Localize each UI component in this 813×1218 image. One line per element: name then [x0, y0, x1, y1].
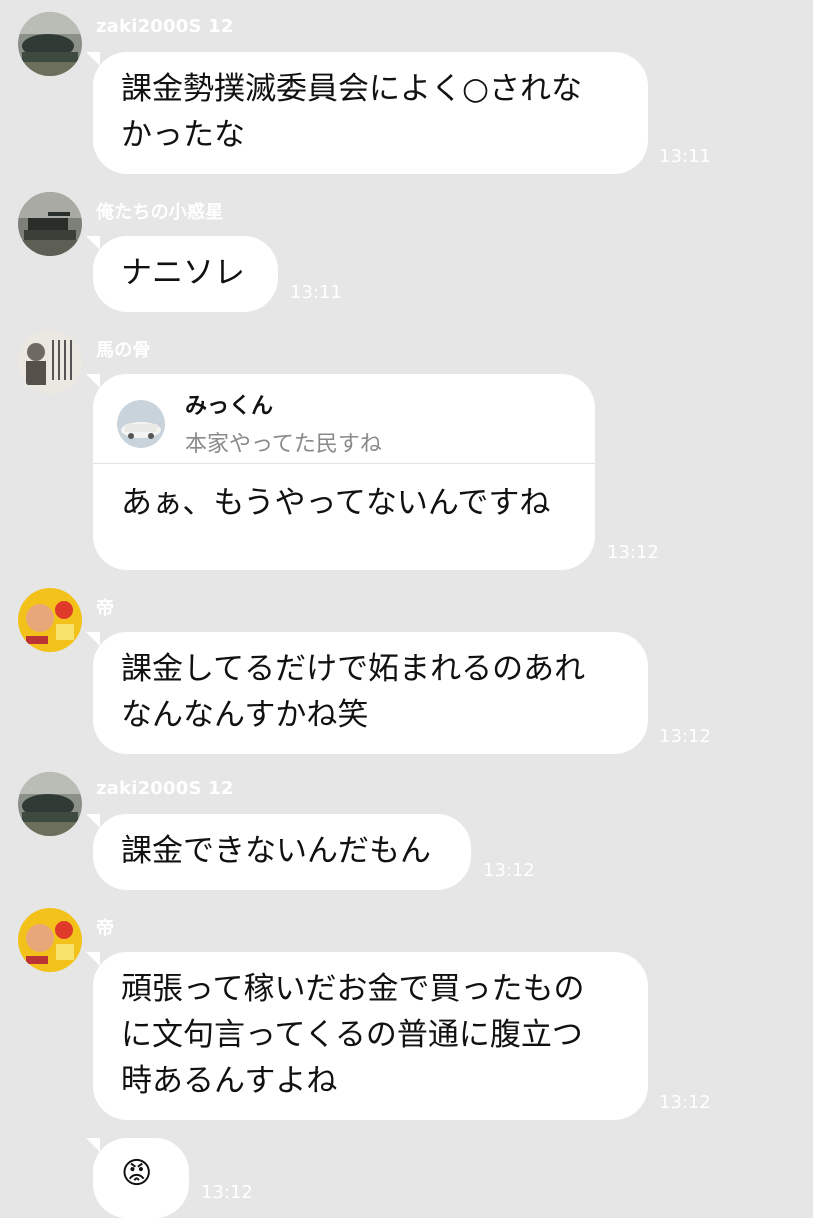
message-bubble[interactable]: 課金できないんだもん: [86, 814, 471, 890]
avatar-asteroid[interactable]: [18, 192, 82, 256]
avatar-mikado[interactable]: [18, 588, 82, 652]
avatar-mikado[interactable]: [18, 908, 82, 972]
message-time: 13:12: [659, 1092, 711, 1113]
angry-emoji-icon: 😡: [121, 1156, 153, 1191]
sender-name: 帝: [96, 598, 115, 619]
message-time: 13:12: [659, 726, 711, 747]
quoted-sender: みっくん: [185, 394, 274, 419]
message-time: 13:12: [607, 542, 659, 563]
reply-bubble[interactable]: みっくん 本家やってた民すね あぁ、もうやってないんですね: [86, 374, 595, 570]
sender-name: 馬の骨: [96, 340, 151, 361]
quoted-text: 本家やってた民すね: [185, 432, 382, 457]
message-time: 13:12: [483, 860, 535, 881]
sender-name: 俺たちの小惑星: [96, 202, 224, 223]
message-text: 課金してるだけで妬まれるのあれ なんなんすかね笑: [121, 651, 586, 733]
message-bubble[interactable]: 課金してるだけで妬まれるのあれ なんなんすかね笑: [86, 632, 648, 754]
message-text: 課金できないんだもん: [121, 833, 431, 869]
sender-name: zaki2000S 12: [96, 16, 234, 37]
message-text: 課金勢撲滅委員会によく○されな かったな: [121, 71, 583, 153]
message-bubble[interactable]: 頑張って稼いだお金で買ったもの に文句言ってくるの普通に腹立つ 時あるんすよね: [86, 952, 648, 1120]
emoji-bubble[interactable]: 😡: [86, 1138, 189, 1218]
message-text: ナニソレ: [121, 255, 245, 291]
message-time: 13:11: [659, 146, 711, 167]
sender-name: zaki2000S 12: [96, 778, 234, 799]
avatar-zaki2000s[interactable]: [18, 772, 82, 836]
message-bubble[interactable]: ナニソレ: [86, 236, 278, 312]
message-text: 頑張って稼いだお金で買ったもの に文句言ってくるの普通に腹立つ 時あるんすよね: [121, 971, 585, 1099]
avatar-umanohone[interactable]: [18, 330, 82, 394]
message-time: 13:11: [290, 282, 342, 303]
quoted-message[interactable]: みっくん 本家やってた民すね: [93, 374, 595, 464]
sender-name: 帝: [96, 918, 115, 939]
message-bubble[interactable]: 課金勢撲滅委員会によく○されな かったな: [86, 52, 648, 174]
avatar-zaki2000s[interactable]: [18, 12, 82, 76]
quoted-avatar: [117, 400, 165, 448]
message-text: あぁ、もうやってないんですね: [121, 485, 551, 521]
